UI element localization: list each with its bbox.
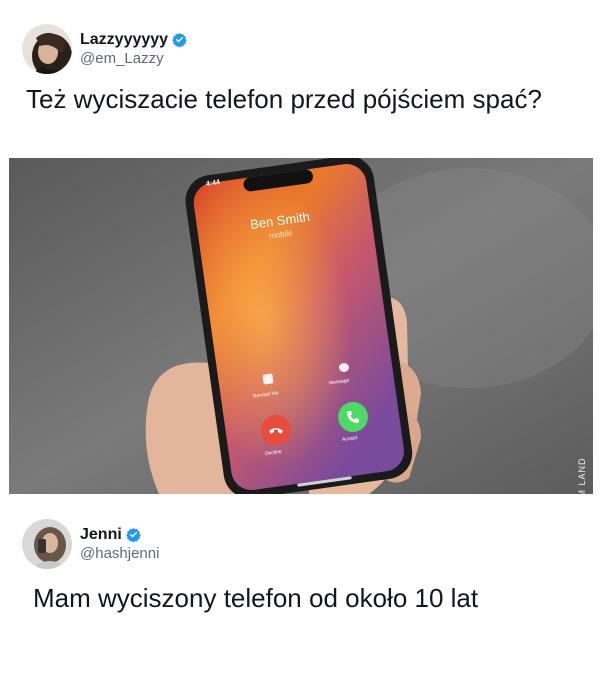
phone-photo-illustration <box>9 158 593 494</box>
tweet-header-jenni: Jenni @hashjenni <box>22 519 159 569</box>
phone-hangup-icon <box>269 428 283 434</box>
tweet-header-lazzy: Lazzyyyyyy @em_Lazzy <box>22 24 187 74</box>
verified-badge-icon <box>126 528 141 543</box>
decline-button[interactable] <box>261 415 291 445</box>
verified-badge-icon <box>172 33 187 48</box>
display-name[interactable]: Lazzyyyyyy <box>80 31 168 49</box>
handle[interactable]: @em_Lazzy <box>80 50 187 68</box>
tweet-text: Też wyciszacie telefon przed pójściem sp… <box>26 84 542 114</box>
avatar-lazzy[interactable] <box>22 24 72 74</box>
tweet-text: Mam wyciszony telefon od około 10 lat <box>33 583 479 613</box>
message-icon[interactable] <box>339 363 349 372</box>
phone-accept-icon <box>347 411 359 423</box>
display-name[interactable]: Jenni <box>80 526 122 544</box>
watermark: MEM LAND <box>571 443 591 494</box>
handle[interactable]: @hashjenni <box>80 545 159 563</box>
accept-button[interactable] <box>338 402 368 432</box>
tweet-photo[interactable]: 4:44 Ben Smith mobile Remind Me Message … <box>9 158 593 494</box>
watermark-text: MEM LAND <box>577 457 587 494</box>
avatar-jenni[interactable] <box>22 519 72 569</box>
remind-me-icon[interactable] <box>262 373 274 385</box>
